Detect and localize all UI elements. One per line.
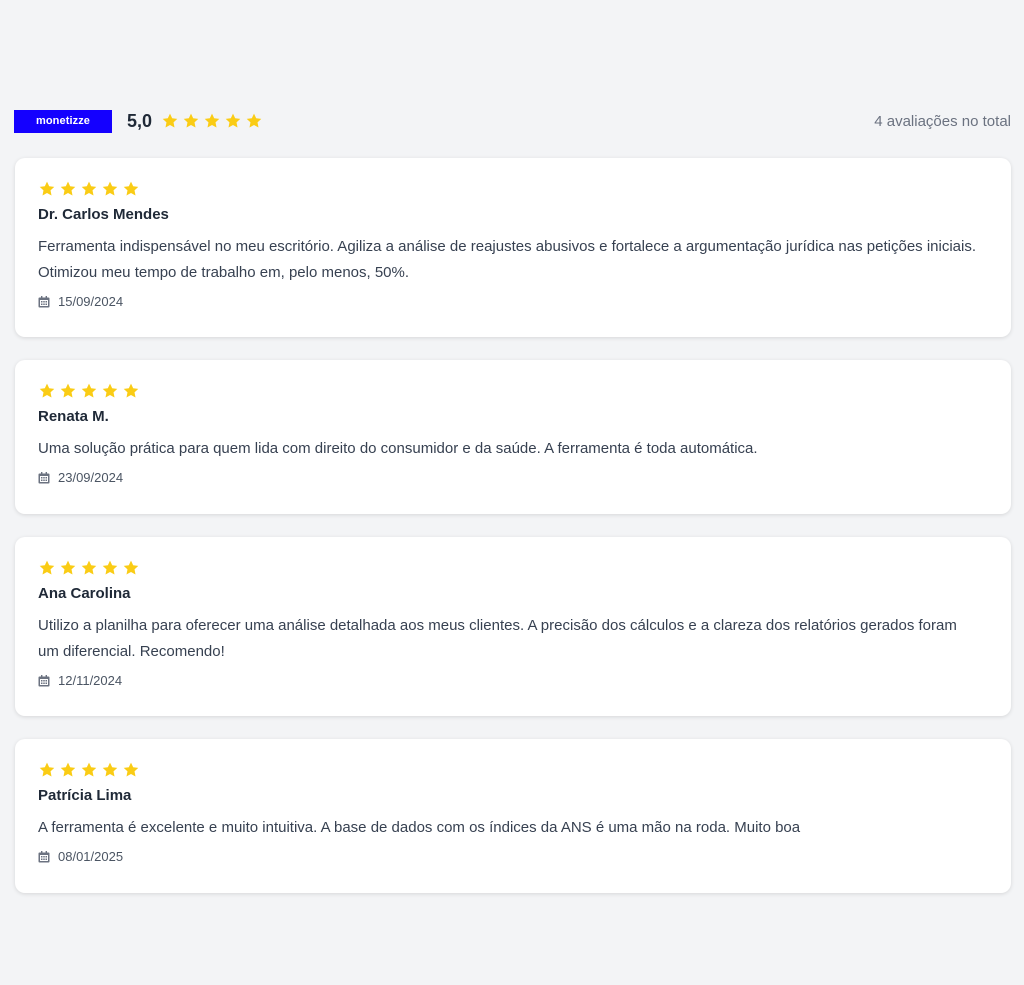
- review-card: Ana Carolina Utilizo a planilha para ofe…: [15, 537, 1011, 716]
- star-icon: [102, 181, 118, 196]
- average-rating: 5,0: [127, 110, 153, 131]
- review-text: A ferramenta é excelente e muito intuiti…: [38, 819, 801, 836]
- star-icon: [204, 113, 220, 128]
- review-card: Dr. Carlos Mendes Ferramenta indispensáv…: [15, 158, 1011, 337]
- review-date-text: 08/01/2025: [58, 849, 124, 864]
- star-icon: [60, 560, 76, 575]
- star-icon: [60, 383, 76, 398]
- review-date: 15/09/2024: [38, 294, 988, 309]
- star-icon: [39, 560, 55, 575]
- star-icon: [123, 383, 139, 398]
- star-icon: [102, 383, 118, 398]
- star-icon: [81, 181, 97, 196]
- calendar-icon: [38, 674, 50, 686]
- star-icon: [60, 762, 76, 777]
- star-icon: [81, 560, 97, 575]
- star-icon: [183, 113, 199, 128]
- star-icon: [39, 762, 55, 777]
- star-icon: [123, 181, 139, 196]
- review-rating-stars: [38, 761, 988, 779]
- reviewer-name: Patrícia Lima: [38, 787, 132, 804]
- calendar-icon: [38, 850, 50, 862]
- review-rating-stars: [38, 180, 988, 198]
- star-icon: [123, 762, 139, 777]
- star-icon: [81, 383, 97, 398]
- star-icon: [123, 560, 139, 575]
- review-text: Ferramenta indispensável no meu escritór…: [38, 238, 977, 281]
- review-date: 12/11/2024: [38, 673, 988, 688]
- total-reviews-count: 4 avaliações no total: [874, 112, 1011, 130]
- star-icon: [39, 383, 55, 398]
- review-date-text: 23/09/2024: [58, 470, 124, 485]
- average-rating-stars: [161, 112, 263, 130]
- star-icon: [246, 113, 262, 128]
- calendar-icon: [38, 295, 50, 307]
- review-card: Renata M. Uma solução prática para quem …: [15, 360, 1011, 514]
- review-date: 23/09/2024: [38, 470, 988, 485]
- review-list: Dr. Carlos Mendes Ferramenta indispensáv…: [15, 158, 1011, 916]
- star-icon: [60, 181, 76, 196]
- reviews-summary-header: monetizze 5,0 4 avaliações no total: [14, 109, 1011, 133]
- calendar-icon: [38, 471, 50, 483]
- monetizze-logo: monetizze: [14, 109, 112, 133]
- star-icon: [39, 181, 55, 196]
- review-text: Uma solução prática para quem lida com d…: [38, 440, 758, 457]
- reviewer-name: Ana Carolina: [38, 585, 131, 602]
- star-icon: [225, 113, 241, 128]
- review-date-text: 12/11/2024: [58, 673, 123, 688]
- star-icon: [81, 762, 97, 777]
- review-date: 08/01/2025: [38, 849, 988, 864]
- review-text: Utilizo a planilha para oferecer uma aná…: [38, 617, 957, 660]
- review-rating-stars: [38, 559, 988, 577]
- review-rating-stars: [38, 382, 988, 400]
- star-icon: [162, 113, 178, 128]
- review-date-text: 15/09/2024: [58, 294, 124, 309]
- reviewer-name: Dr. Carlos Mendes: [38, 206, 169, 223]
- reviewer-name: Renata M.: [38, 408, 109, 425]
- review-card: Patrícia Lima A ferramenta é excelente e…: [15, 739, 1011, 893]
- star-icon: [102, 560, 118, 575]
- star-icon: [102, 762, 118, 777]
